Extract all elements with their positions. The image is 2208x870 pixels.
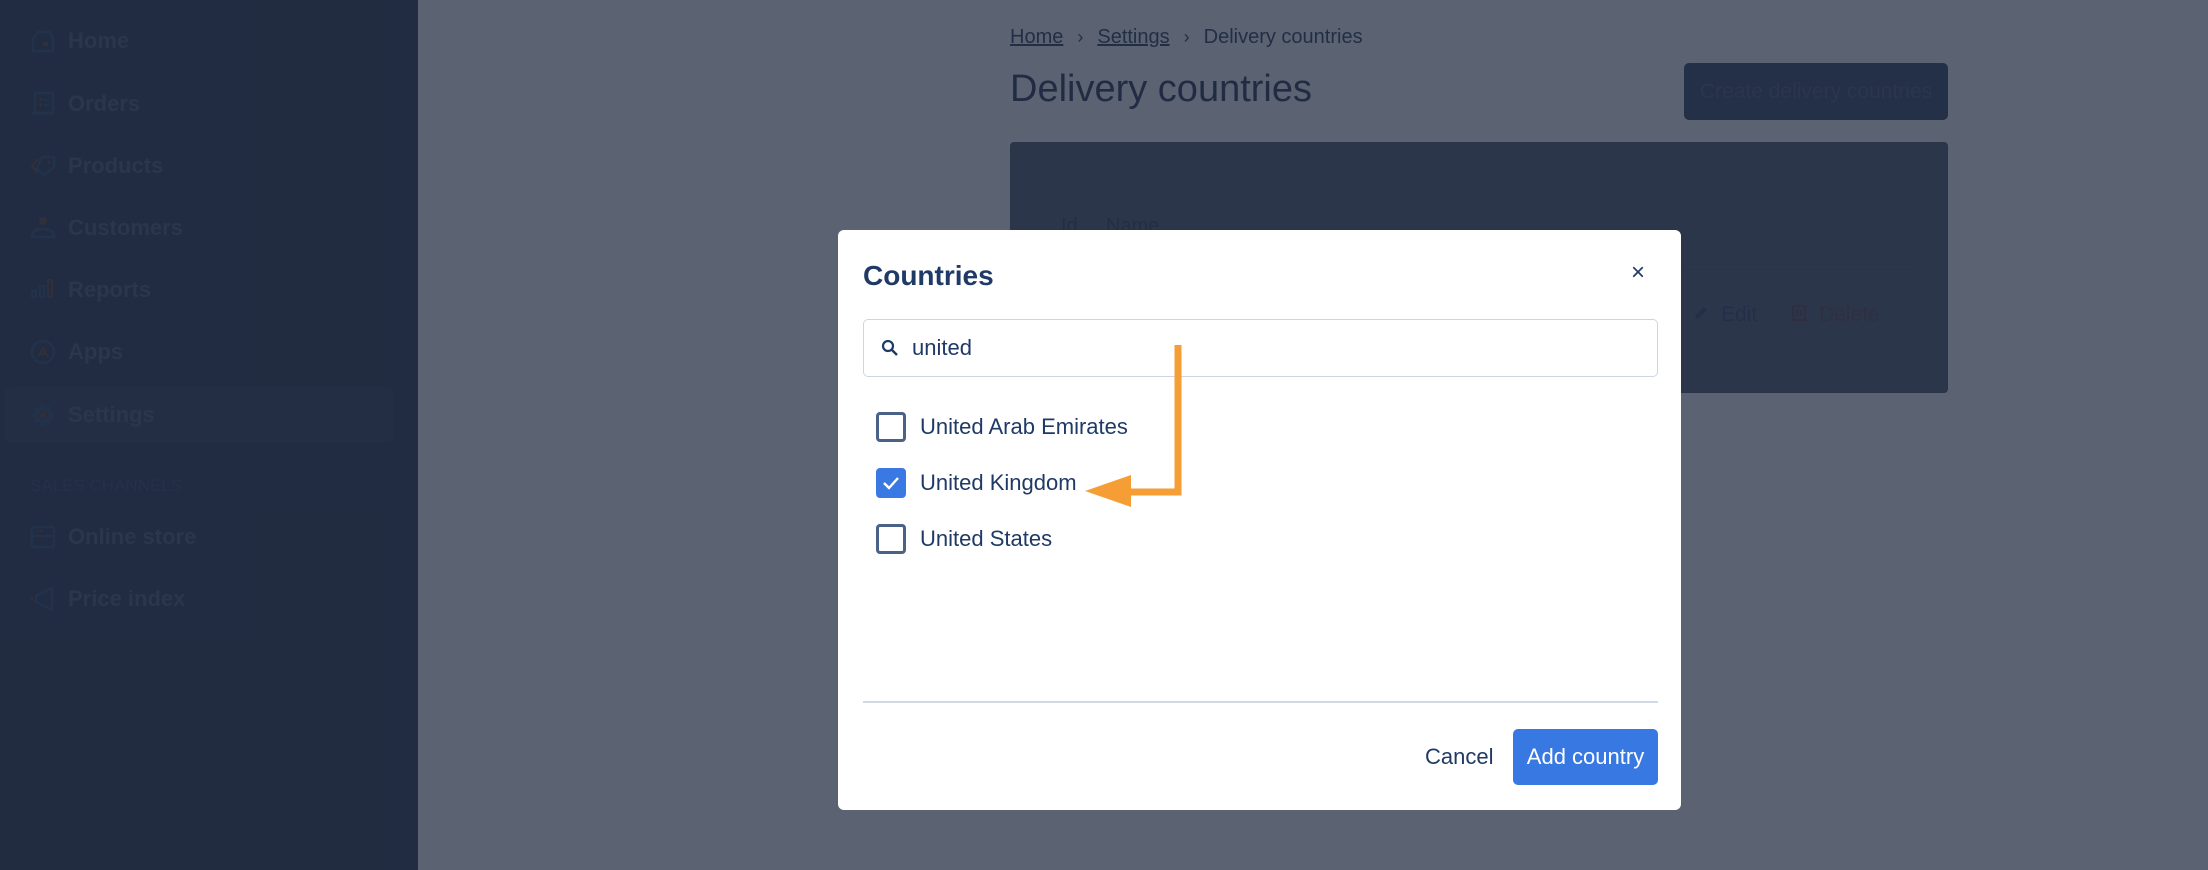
modal-title: Countries — [863, 260, 994, 291]
cancel-button[interactable]: Cancel — [1413, 729, 1505, 785]
close-icon: × — [1630, 259, 1645, 286]
country-search-field[interactable] — [863, 319, 1658, 377]
checkbox-united-arab-emirates[interactable] — [876, 412, 906, 442]
countries-modal: Countries × United Arab Emirates United … — [838, 230, 1681, 810]
checkmark-icon — [883, 477, 899, 490]
add-country-button[interactable]: Add country — [1513, 729, 1658, 785]
checkbox-united-kingdom[interactable] — [876, 468, 906, 498]
modal-footer-divider — [863, 701, 1658, 703]
country-option[interactable]: United Kingdom — [876, 468, 1077, 498]
search-icon — [880, 338, 900, 358]
checkbox-united-states[interactable] — [876, 524, 906, 554]
country-option[interactable]: United States — [876, 524, 1052, 554]
close-button[interactable]: × — [1623, 258, 1653, 288]
country-search-input[interactable] — [912, 335, 1612, 361]
country-option[interactable]: United Arab Emirates — [876, 412, 1128, 442]
